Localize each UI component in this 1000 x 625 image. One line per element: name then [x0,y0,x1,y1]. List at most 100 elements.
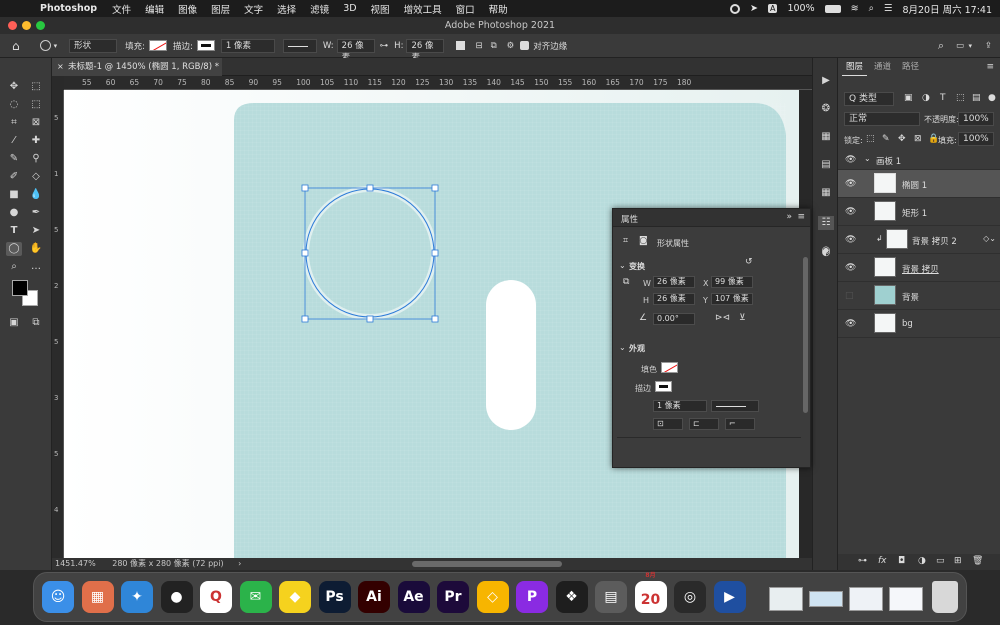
adjustment-layer-icon[interactable]: ◑ [918,556,926,566]
menu-help[interactable]: 帮助 [489,2,508,16]
dock-app-launchpad-icon[interactable]: ▦ [81,581,114,613]
menu-file[interactable]: 文件 [112,2,131,16]
visibility-eye-icon[interactable]: 👁 [845,179,856,189]
path-operations-icon[interactable] [456,41,466,50]
input-method-badge[interactable]: A [767,4,778,13]
stroke-type-select[interactable] [282,38,317,53]
flip-vertical-icon[interactable]: ⊻ [739,313,746,323]
visibility-eye-icon[interactable]: 👁 [845,155,856,165]
more-tools-icon[interactable]: … [28,260,44,274]
x-field[interactable]: 99 像素 [711,276,753,288]
dock-app-safari-icon[interactable]: ✦ [121,581,153,613]
battery-icon[interactable] [824,4,841,13]
flip-horizontal-icon[interactable]: ⊳⊲ [715,313,730,323]
object-selection-icon[interactable]: ⬚ [28,98,44,112]
height-field[interactable]: 26 像素 [653,293,695,305]
dock-app-calendar-icon[interactable]: 20 8月 [634,572,667,613]
layer-effects-icon[interactable]: ◇⌄ [983,234,996,243]
chevron-right-icon[interactable]: › [238,559,241,568]
angle-field[interactable]: 0.00° [653,313,695,325]
fill-swatch[interactable] [149,40,168,51]
dock-app-figma-icon[interactable]: ❖ [555,581,588,613]
visibility-eye-icon[interactable]: 👁 [845,263,856,273]
dock-app-quicktime-icon[interactable]: ◎ [674,581,706,613]
filter-toggle-icon[interactable]: ● [988,93,996,103]
close-icon[interactable]: × [57,58,64,76]
dock-app-sketch-icon[interactable]: ◇ [476,581,509,613]
properties-panel-icon[interactable]: ☷ [818,216,834,230]
horizontal-ruler[interactable]: 55 60 65 70 75 80 85 90 95 100 105 110 115 120 125 130 1… [64,76,812,90]
type-tool-icon[interactable]: T [6,224,22,238]
stroke-corner-select[interactable]: ⌐ [725,418,755,430]
menu-icon[interactable]: ≡ [986,62,994,72]
tab-paths[interactable]: 路径 [898,58,923,76]
menu-icon[interactable]: ≡ [797,212,805,222]
layer-filter-select[interactable]: Q 类型 [844,92,894,106]
menu-view[interactable]: 视图 [371,2,390,16]
quick-mask-icon[interactable]: ▣ [6,316,22,330]
dock-thumbnail[interactable] [769,587,803,611]
lock-transparent-icon[interactable]: ⬚ [866,134,875,144]
trash-icon[interactable] [932,581,958,613]
wifi-icon[interactable]: ≋ [851,3,859,14]
filter-adjustment-icon[interactable]: ◑ [922,93,930,103]
menu-plugins[interactable]: 增效工具 [404,2,442,16]
zoom-window-icon[interactable] [36,21,45,30]
y-field[interactable]: 107 像素 [711,293,753,305]
chevron-down-icon[interactable]: ▾ [968,42,972,50]
stroke-swatch[interactable] [655,381,672,392]
history-panel-icon[interactable]: ▶ [818,74,834,88]
chevron-down-icon[interactable]: ⌄ [619,343,626,352]
home-icon[interactable]: ⌂ [12,39,20,53]
layer-row-bg[interactable]: 👁 bg [838,310,1000,338]
chevron-down-icon[interactable]: ▾ [54,42,58,50]
crop-tool-icon[interactable]: ⌗ [6,116,22,130]
filter-shape-icon[interactable]: ⬚ [956,93,965,103]
dock-app-ae-icon[interactable]: Ae [397,581,430,613]
send-icon[interactable]: ➤ [750,3,758,14]
pen-tool-icon[interactable]: ✒ [28,206,44,220]
eraser-tool-icon[interactable]: ◇ [28,170,44,184]
stroke-align-select[interactable]: ⊡ [653,418,683,430]
fill-swatch[interactable] [661,362,678,373]
dock-thumbnail[interactable] [889,587,923,611]
minimize-window-icon[interactable] [22,21,31,30]
menu-layer[interactable]: 图层 [211,2,230,16]
dock-app-ai-icon[interactable]: Ai [358,581,390,613]
dock-app-wechat-icon[interactable]: ✉ [239,581,272,613]
path-arrangement-icon[interactable]: ⧉ [491,41,497,51]
zoom-tool-icon[interactable]: ⌕ [6,260,22,274]
horizontal-scrollbar[interactable] [412,561,562,567]
align-edges-checkbox[interactable] [520,41,530,50]
dock-app-calculator-icon[interactable]: ▤ [595,581,627,613]
brush-tool-icon[interactable]: ✎ [6,152,22,166]
lock-position-icon[interactable]: ✥ [898,134,906,144]
adjustments-icon[interactable]: ◐ [818,246,834,260]
collapse-icon[interactable]: » [786,212,792,222]
opacity-input[interactable]: 100% [958,112,994,126]
gradient-tool-icon[interactable]: ■ [6,188,22,202]
menu-select[interactable]: 选择 [277,2,296,16]
link-wh-icon[interactable]: ⧉ [623,277,629,287]
new-group-icon[interactable]: ▭ [936,556,945,566]
move-tool-icon[interactable]: ✥ [6,80,22,94]
dock-app-kiwi-icon[interactable]: ◆ [279,581,311,613]
chevron-down-icon[interactable]: ⌄ [619,261,626,270]
visibility-eye-icon[interactable]: 👁 [845,319,856,329]
stroke-type-select[interactable] [711,400,759,412]
path-selection-icon[interactable]: ➤ [28,224,44,238]
blur-tool-icon[interactable]: 💧 [28,188,44,202]
menu-app-name[interactable]: Photoshop [40,3,97,14]
stroke-cap-select[interactable]: ⊏ [689,418,719,430]
layer-row-bg-copy[interactable]: 👁 背景 拷贝 [838,254,1000,282]
stroke-width-select[interactable]: 1 像素 [220,38,275,53]
dock-app-ps-icon[interactable]: Ps [318,581,351,613]
link-layers-icon[interactable]: ⊶ [858,556,867,566]
menu-3d[interactable]: 3D [343,3,356,14]
layer-row-bg-copy-2[interactable]: 👁 ↲ 背景 拷贝 2 ◇⌄ [838,226,1000,254]
blend-mode-select[interactable]: 正常 [844,112,920,126]
gear-icon[interactable]: ⚙ [507,41,515,51]
filter-smart-icon[interactable]: ▤ [972,93,981,103]
menu-filter[interactable]: 滤镜 [310,2,329,16]
properties-header[interactable]: 属性 » ≡ [613,209,810,227]
